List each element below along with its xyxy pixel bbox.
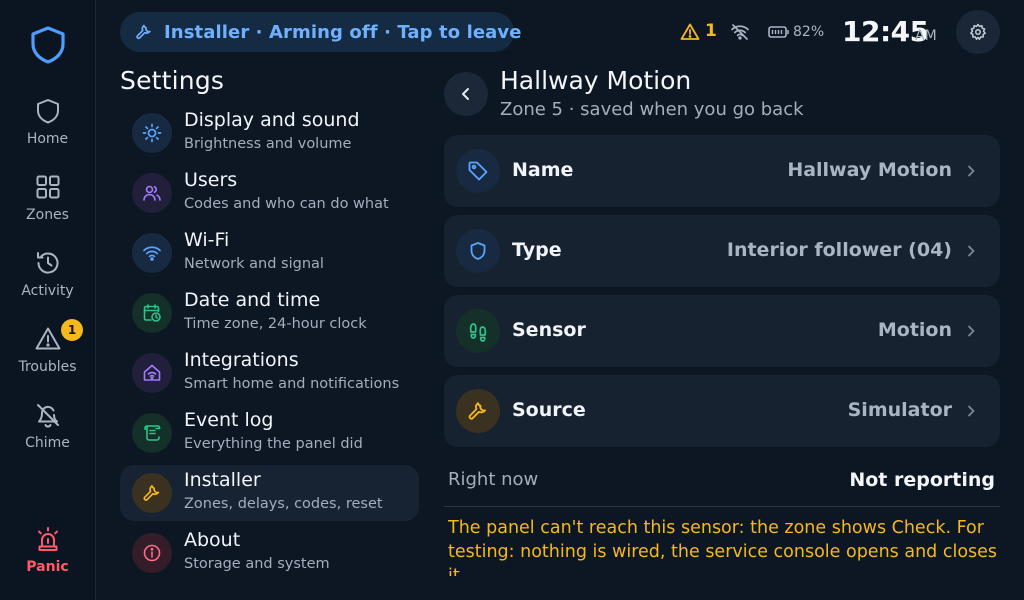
settings-item-title: About bbox=[184, 529, 241, 551]
field-sensor[interactable]: Sensor Motion bbox=[444, 295, 1000, 367]
wrench-icon bbox=[135, 23, 153, 41]
settings-item-subtitle: Everything the panel did bbox=[184, 436, 363, 452]
info-icon bbox=[132, 533, 172, 573]
calendar-clock-icon bbox=[132, 293, 172, 333]
settings-item-installer[interactable]: Installer Zones, delays, codes, reset bbox=[120, 465, 419, 521]
settings-item-subtitle: Storage and system bbox=[184, 556, 330, 572]
footprints-icon bbox=[456, 309, 500, 353]
troubles-badge: 1 bbox=[61, 319, 83, 341]
settings-button[interactable] bbox=[956, 10, 1000, 54]
settings-item-title: Installer bbox=[184, 469, 261, 491]
settings-item-integrations[interactable]: Integrations Smart home and notification… bbox=[120, 345, 419, 401]
settings-item-title: Integrations bbox=[184, 349, 299, 371]
chevron-right-icon bbox=[968, 325, 975, 337]
warning-icon bbox=[34, 325, 62, 353]
settings-item-subtitle: Zones, delays, codes, reset bbox=[184, 496, 383, 512]
scroll-icon bbox=[132, 413, 172, 453]
installer-pill-label: Installer · Arming off · Tap to leave bbox=[164, 22, 522, 43]
field-value: Simulator bbox=[847, 399, 952, 421]
field-type[interactable]: Type Interior follower (04) bbox=[444, 215, 1000, 287]
wifi-icon bbox=[132, 233, 172, 273]
wifi-off-icon bbox=[730, 22, 750, 42]
shield-icon bbox=[456, 229, 500, 273]
settings-item-wifi[interactable]: Wi-Fi Network and signal bbox=[120, 225, 419, 281]
panic-label: Panic bbox=[26, 559, 69, 575]
settings-item-display-and-sound[interactable]: Display and sound Brightness and volume bbox=[120, 105, 419, 161]
field-value: Interior follower (04) bbox=[726, 239, 952, 261]
detail-title: Hallway Motion bbox=[500, 66, 692, 95]
siren-icon bbox=[34, 525, 62, 553]
battery-icon bbox=[768, 24, 790, 44]
trouble-count: 1 bbox=[705, 21, 717, 41]
history-icon bbox=[34, 249, 62, 277]
settings-item-date-and-time[interactable]: Date and time Time zone, 24-hour clock bbox=[120, 285, 419, 341]
detail-subtitle: Zone 5 · saved when you go back bbox=[500, 99, 804, 120]
nav-activity[interactable]: Activity bbox=[0, 249, 95, 319]
field-name[interactable]: Name Hallway Motion bbox=[444, 135, 1000, 207]
field-value: Hallway Motion bbox=[787, 159, 952, 181]
settings-item-subtitle: Smart home and notifications bbox=[184, 376, 400, 392]
settings-item-title: Event log bbox=[184, 409, 274, 431]
nav-chime[interactable]: Chime bbox=[0, 401, 95, 471]
back-button[interactable] bbox=[444, 72, 488, 116]
right-now-value: Not reporting bbox=[849, 469, 995, 491]
gear-icon bbox=[970, 23, 986, 40]
nav-chime-label: Chime bbox=[25, 435, 70, 451]
field-label: Sensor bbox=[512, 319, 586, 341]
settings-item-users[interactable]: Users Codes and who can do what bbox=[120, 165, 419, 221]
wrench-icon bbox=[456, 389, 500, 433]
tag-icon bbox=[456, 149, 500, 193]
home-wifi-icon bbox=[132, 353, 172, 393]
nav-activity-label: Activity bbox=[21, 283, 74, 299]
settings-item-title: Users bbox=[184, 169, 238, 191]
installer-mode-pill[interactable]: Installer · Arming off · Tap to leave bbox=[120, 12, 521, 52]
settings-item-title: Date and time bbox=[184, 289, 321, 311]
settings-item-title: Wi-Fi bbox=[184, 229, 230, 251]
nav-rail: Home Zones Activity 1 Troubles Chime Pan… bbox=[0, 0, 96, 600]
grid-icon bbox=[34, 173, 62, 201]
sensor-warning-text: The panel can't reach this sensor: the z… bbox=[448, 518, 998, 576]
chevron-right-icon bbox=[968, 405, 975, 417]
chevron-right-icon bbox=[968, 245, 975, 257]
nav-zones-label: Zones bbox=[26, 207, 69, 223]
clock-ampm: AM bbox=[915, 28, 937, 44]
battery-percent: 82% bbox=[793, 24, 825, 40]
nav-troubles-label: Troubles bbox=[18, 359, 77, 375]
panic-button[interactable]: Panic bbox=[0, 525, 95, 595]
trouble-status-icon[interactable] bbox=[680, 22, 700, 42]
logo-shield-icon bbox=[29, 25, 67, 65]
wrench-icon bbox=[132, 473, 172, 513]
chevron-right-icon bbox=[968, 165, 975, 177]
field-label: Type bbox=[512, 239, 562, 261]
chevron-left-icon bbox=[462, 88, 469, 100]
sun-icon bbox=[132, 113, 172, 153]
field-value: Motion bbox=[877, 319, 952, 341]
shield-icon bbox=[34, 97, 62, 125]
settings-item-about[interactable]: About Storage and system bbox=[120, 525, 419, 581]
users-icon bbox=[132, 173, 172, 213]
nav-zones[interactable]: Zones bbox=[0, 173, 95, 243]
nav-home-label: Home bbox=[26, 131, 69, 147]
right-now-label: Right now bbox=[448, 469, 539, 490]
settings-item-event-log[interactable]: Event log Everything the panel did bbox=[120, 405, 419, 461]
settings-item-title: Display and sound bbox=[184, 109, 360, 131]
divider bbox=[444, 506, 1000, 507]
field-label: Source bbox=[512, 399, 586, 421]
settings-item-subtitle: Brightness and volume bbox=[184, 136, 352, 152]
settings-title: Settings bbox=[120, 66, 225, 95]
nav-troubles[interactable]: 1 Troubles bbox=[0, 319, 95, 395]
field-source[interactable]: Source Simulator bbox=[444, 375, 1000, 447]
settings-item-subtitle: Time zone, 24-hour clock bbox=[184, 316, 367, 332]
bell-off-icon bbox=[34, 401, 62, 429]
settings-item-subtitle: Codes and who can do what bbox=[184, 196, 389, 212]
nav-home[interactable]: Home bbox=[0, 97, 95, 167]
settings-item-subtitle: Network and signal bbox=[184, 256, 324, 272]
field-label: Name bbox=[512, 159, 574, 181]
